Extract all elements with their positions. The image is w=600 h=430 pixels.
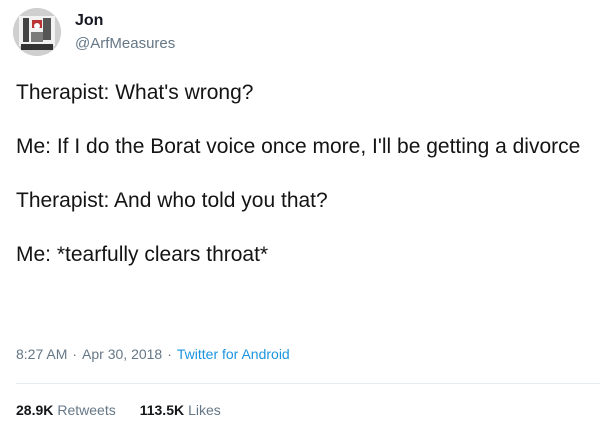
tweet-paragraph: Therapist: And who told you that? xyxy=(16,189,328,212)
user-names: Jon @ArfMeasures xyxy=(75,12,175,52)
tweet-meta: 8:27 AM · Apr 30, 2018 · Twitter for And… xyxy=(16,346,290,362)
tweet-paragraph: Therapist: What's wrong? xyxy=(16,81,254,104)
profile-photo-icon xyxy=(13,8,61,56)
tweet-source-link[interactable]: Twitter for Android xyxy=(177,346,290,362)
tweet-paragraph: Me: If I do the Borat voice once more, I… xyxy=(16,135,581,158)
tweet-paragraph: Me: *tearfully clears throat* xyxy=(16,243,269,266)
tweet-body: Therapist: What's wrong? Me: If I do the… xyxy=(16,79,581,295)
likes-label: Likes xyxy=(188,402,221,418)
user-handle[interactable]: @ArfMeasures xyxy=(75,35,175,52)
meta-separator: · xyxy=(72,346,78,362)
likes-count: 113.5K xyxy=(139,402,185,418)
tweet-date[interactable]: Apr 30, 2018 xyxy=(82,346,162,362)
retweets-count: 28.9K xyxy=(16,402,54,418)
tweet-card: Jon @ArfMeasures Therapist: What's wrong… xyxy=(0,0,600,430)
meta-separator: · xyxy=(167,346,172,362)
display-name[interactable]: Jon xyxy=(75,12,175,30)
retweets-label: Retweets xyxy=(57,402,116,418)
retweets-stat[interactable]: 28.9K Retweets xyxy=(16,402,116,418)
avatar[interactable] xyxy=(13,8,61,56)
divider xyxy=(16,383,600,384)
likes-stat[interactable]: 113.5K Likes xyxy=(140,402,221,418)
tweet-header: Jon @ArfMeasures xyxy=(13,6,175,58)
tweet-time[interactable]: 8:27 AM xyxy=(16,346,67,362)
tweet-stats: 28.9K Retweets 113.5K Likes xyxy=(16,402,221,418)
